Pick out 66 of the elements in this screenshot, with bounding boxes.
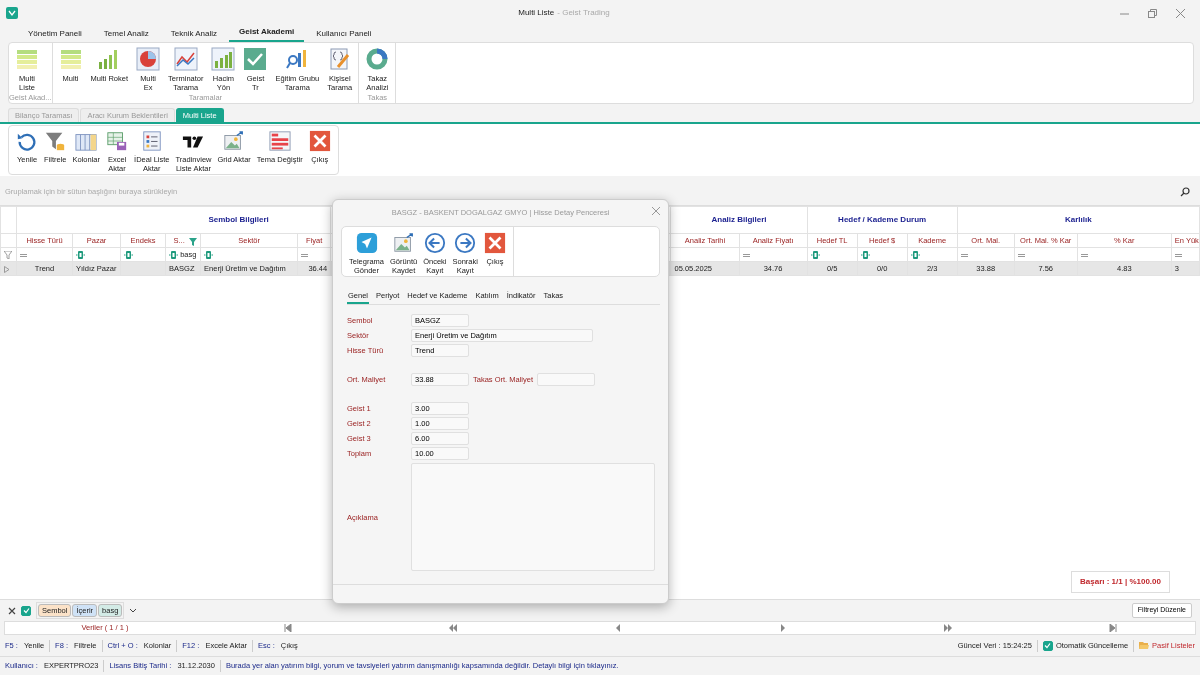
- ribbon-tab[interactable]: Temel Analiz: [93, 28, 159, 42]
- close-icon: [652, 207, 660, 215]
- band-header: Karlılık: [1065, 215, 1092, 225]
- window-title: Multi Liste: [518, 8, 555, 17]
- image-arrow-icon: [223, 130, 246, 153]
- image-arrow-icon: [392, 232, 415, 254]
- equals-operator-icon[interactable]: [1017, 253, 1025, 257]
- checkmark-icon: [243, 47, 268, 71]
- input-field[interactable]: [537, 373, 595, 387]
- ribbon-tab[interactable]: Yönetim Paneli: [18, 28, 92, 42]
- equals-operator-icon[interactable]: [960, 253, 968, 257]
- band-header: Hedef / Kademe Durum: [838, 215, 927, 225]
- chevron-down-icon[interactable]: [129, 607, 138, 614]
- window-subtitle: - Geist Trading: [557, 8, 610, 17]
- donut-chart-icon: [365, 47, 390, 71]
- close-icon[interactable]: [8, 606, 16, 615]
- filter-row-icon: [4, 251, 12, 260]
- equals-operator-icon[interactable]: [20, 253, 27, 257]
- next-button[interactable]: [778, 624, 787, 632]
- last-page-icon: [1108, 624, 1117, 632]
- equals-operator-icon[interactable]: [1174, 253, 1182, 257]
- next-page-icon: [943, 624, 952, 632]
- close-icon: [308, 130, 331, 153]
- previous-page-icon: [448, 624, 457, 632]
- folder-icon: [1139, 641, 1150, 650]
- restore-icon[interactable]: [1147, 8, 1157, 18]
- contains-operator-icon[interactable]: [124, 251, 134, 260]
- equals-operator-icon[interactable]: [301, 253, 309, 257]
- next-page-button[interactable]: [943, 624, 952, 632]
- contains-operator-icon[interactable]: [169, 251, 179, 260]
- success-summary: Başarı : 1/1 | %100.00: [1071, 571, 1170, 593]
- equals-operator-icon[interactable]: [1080, 253, 1088, 257]
- filter-checkbox[interactable]: [21, 605, 31, 616]
- next-icon: [778, 624, 787, 632]
- first-page-button[interactable]: [283, 624, 292, 632]
- auto-update-checkbox[interactable]: [1042, 640, 1053, 651]
- contains-operator-icon[interactable]: [204, 251, 214, 260]
- table-theme-icon: [268, 130, 291, 153]
- contains-operator-icon[interactable]: [76, 251, 86, 260]
- contains-operator-icon[interactable]: [810, 251, 820, 260]
- contains-operator-icon[interactable]: [860, 251, 870, 260]
- layers-icon: [15, 47, 39, 71]
- layers-icon: [58, 47, 83, 71]
- bar-chart-icon: [211, 47, 236, 71]
- close-icon: [483, 232, 506, 254]
- contains-operator-icon[interactable]: [910, 251, 920, 260]
- app-logo-icon: [6, 7, 18, 19]
- list-icon: [140, 130, 163, 153]
- funnel-icon: [44, 130, 67, 153]
- ribbon-tab[interactable]: Teknik Analiz: [160, 28, 227, 42]
- line-chart-icon: [173, 47, 198, 71]
- band-header: Analiz Bilgileri: [711, 215, 767, 225]
- row-indicator-icon: [4, 265, 10, 273]
- funnel-icon: [189, 238, 198, 247]
- previous-page-button[interactable]: [448, 624, 457, 632]
- paper-plane-icon: [355, 232, 378, 254]
- first-page-icon: [283, 624, 292, 632]
- close-button[interactable]: [652, 207, 660, 215]
- pie-chart-icon: [136, 47, 161, 71]
- search-icon[interactable]: [1180, 186, 1190, 197]
- document-pencil-icon: [327, 47, 352, 71]
- last-page-button[interactable]: [1108, 624, 1117, 632]
- ribbon-tab[interactable]: Kullanıcı Paneli: [306, 28, 382, 42]
- equals-operator-icon[interactable]: [742, 253, 750, 257]
- band-header: Sembol Bilgileri: [207, 215, 269, 225]
- spreadsheet-icon: [106, 130, 129, 153]
